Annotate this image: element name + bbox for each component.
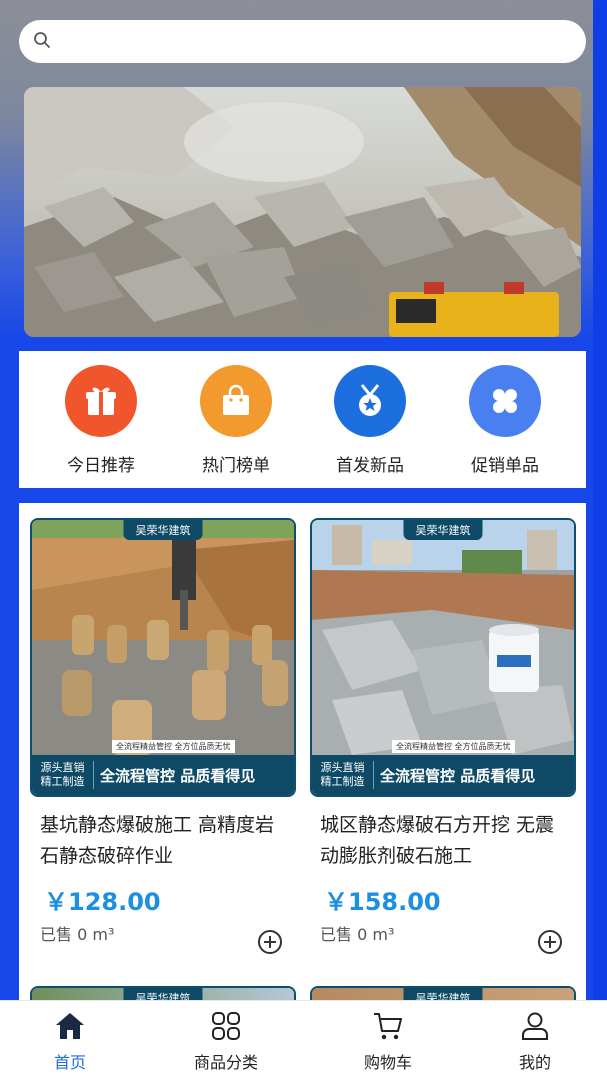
sub-slogan: 全流程精益管控 全方位品质无忧	[112, 740, 235, 753]
badge: 源头直销 精工制造	[312, 761, 374, 789]
badge-line: 源头直销	[40, 761, 85, 774]
shortcut-new-arrivals[interactable]: 首发新品	[305, 365, 435, 476]
shortcut-label: 首发新品	[336, 456, 404, 476]
shortcut-today-recommend[interactable]: 今日推荐	[36, 365, 166, 476]
add-to-cart-icon[interactable]	[538, 930, 562, 954]
clover-icon	[469, 365, 541, 437]
shortcut-promotions[interactable]: 促销单品	[440, 365, 570, 476]
brand-tag: 吴荣华建筑	[403, 520, 483, 540]
product-sold-count: 已售 0 m³	[40, 925, 115, 944]
search-icon	[33, 31, 51, 53]
slogan: 全流程管控 品质看得见	[380, 766, 536, 785]
tab-categories[interactable]: 商品分类	[166, 1011, 286, 1073]
product-price: ￥128.00	[44, 888, 161, 916]
add-to-cart-icon[interactable]	[258, 930, 282, 954]
product-image: 吴荣华建筑 全流程精益管控 全方位品质无忧 源头直销 精工制造 全流程管控 品质…	[30, 518, 296, 797]
gift-icon	[65, 365, 137, 437]
banner-carousel[interactable]	[24, 87, 581, 337]
product-grid: 吴荣华建筑 全流程精益管控 全方位品质无忧 源头直销 精工制造 全流程管控 品质…	[19, 503, 586, 1003]
tab-label: 购物车	[363, 1053, 412, 1072]
tab-label: 首页	[53, 1053, 86, 1072]
badge: 源头直销 精工制造	[32, 761, 94, 789]
shortcut-label: 今日推荐	[67, 456, 135, 476]
shortcut-label: 促销单品	[471, 456, 539, 476]
product-title: 基坑静态爆破施工 高精度岩石静态破碎作业	[40, 814, 275, 867]
badge-line: 源头直销	[320, 761, 365, 774]
cart-icon	[328, 1011, 448, 1041]
shortcut-hot-ranking[interactable]: 热门榜单	[171, 365, 301, 476]
product-sold-count: 已售 0 m³	[320, 925, 395, 944]
banner-image	[24, 87, 581, 337]
product-card[interactable]: 吴荣华建筑 全流程精益管控 全方位品质无忧 源头直销 精工制造 全流程管控 品质…	[30, 518, 296, 954]
search-bar[interactable]	[19, 20, 586, 63]
tab-label: 我的	[518, 1053, 551, 1072]
product-card[interactable]: 吴荣华建筑 全流程精益管控 全方位品质无忧 源头直销 精工制造 全流程管控 品质…	[310, 518, 576, 954]
category-shortcuts: 今日推荐 热门榜单 首发新品 促销单品	[19, 351, 586, 488]
brand-tag: 吴荣华建筑	[123, 520, 203, 540]
slogan: 全流程管控 品质看得见	[100, 766, 256, 785]
sub-slogan: 全流程精益管控 全方位品质无忧	[392, 740, 515, 753]
frame-edge	[593, 0, 607, 1080]
badge-line: 精工制造	[40, 775, 85, 788]
tab-cart[interactable]: 购物车	[328, 1011, 448, 1073]
image-banner: 源头直销 精工制造 全流程管控 品质看得见	[32, 755, 294, 795]
bottom-tab-bar: 首页 商品分类 购物车 我的	[0, 1000, 607, 1080]
home-icon	[10, 1011, 130, 1041]
badge-line: 精工制造	[320, 775, 365, 788]
product-image: 吴荣华建筑 全流程精益管控 全方位品质无忧 源头直销 精工制造 全流程管控 品质…	[310, 518, 576, 797]
product-price: ￥158.00	[324, 888, 441, 916]
user-icon	[475, 1011, 595, 1041]
shopping-bag-icon	[200, 365, 272, 437]
medal-icon	[334, 365, 406, 437]
shortcut-label: 热门榜单	[202, 456, 270, 476]
tab-home[interactable]: 首页	[10, 1011, 130, 1073]
search-input[interactable]	[59, 20, 586, 63]
tab-label: 商品分类	[193, 1053, 258, 1072]
product-title: 城区静态爆破石方开挖 无震动膨胀剂破石施工	[320, 814, 555, 867]
category-grid-icon	[166, 1011, 286, 1041]
tab-profile[interactable]: 我的	[475, 1011, 595, 1073]
image-banner: 源头直销 精工制造 全流程管控 品质看得见	[312, 755, 574, 795]
